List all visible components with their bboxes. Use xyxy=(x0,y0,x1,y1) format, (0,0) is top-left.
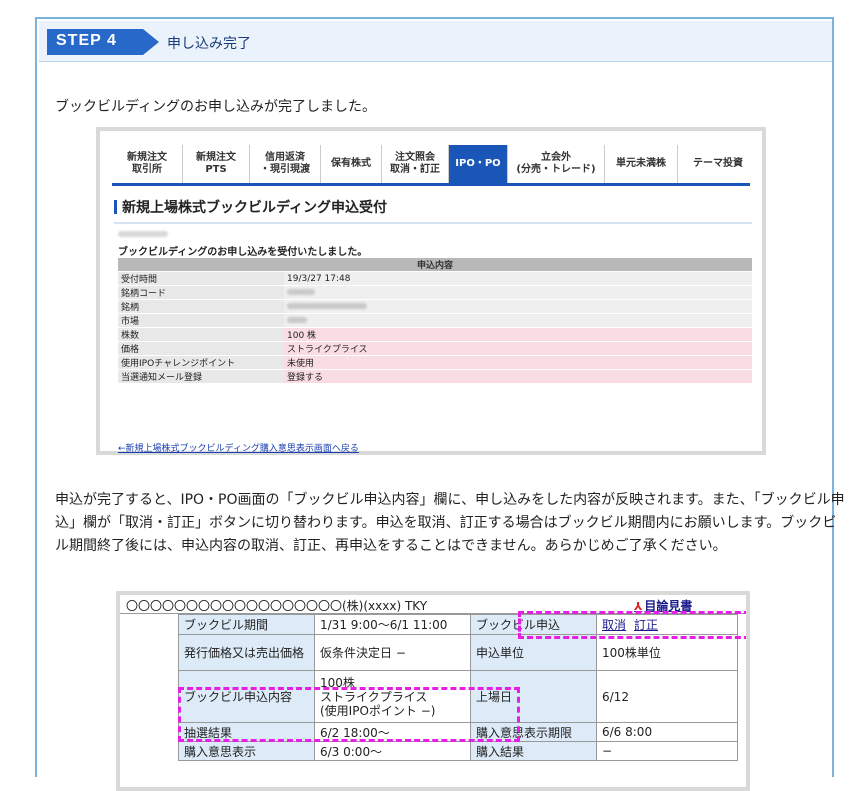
table-header: 申込内容 xyxy=(118,258,752,272)
tab-ipo-po[interactable]: IPO・PO xyxy=(449,145,508,183)
back-link[interactable]: ←新規上場株式ブックビルディング購入意思表示画面へ戻る xyxy=(118,441,359,454)
confirmation-message: ブックビルディングのお申し込みを受付いたしました。 xyxy=(118,247,368,258)
company-name: 〇〇〇〇〇〇〇〇〇〇〇〇〇〇〇〇〇〇(株)(xxxx) TKY xyxy=(126,599,428,613)
tab-odd-lot[interactable]: 単元未満株 xyxy=(605,145,678,183)
table-row: 受付時間 19/3/27 17:48 xyxy=(118,271,752,286)
highlight-content-area xyxy=(178,687,520,742)
blurred-id xyxy=(118,231,168,237)
table-row: 株数 100 株 xyxy=(118,327,752,342)
table-row: 当選通知メール登録 登録する xyxy=(118,369,752,384)
screenshot-ipo-detail: 〇〇〇〇〇〇〇〇〇〇〇〇〇〇〇〇〇〇(株)(xxxx) TKY ⅄ 目論見書 ブッ… xyxy=(116,591,750,791)
table-row: 銘柄 xyxy=(118,299,752,314)
title-underline xyxy=(114,222,752,224)
tab-new-order-exchange[interactable]: 新規注文 取引所 xyxy=(112,145,183,183)
highlight-apply-area xyxy=(518,611,746,639)
table-row: 市場 xyxy=(118,313,752,328)
table-row: 購入意思表示 6/3 0:00〜 購入結果 − xyxy=(178,741,738,761)
confirmation-title: 新規上場株式ブックビルディング申込受付 xyxy=(114,197,387,217)
tab-off-floor[interactable]: 立会外 (分売・トレード) xyxy=(508,145,605,183)
screenshot-confirmation: 新規注文 取引所 新規注文 PTS 信用返済 ・現引現渡 保有株式 注文照会 取消・訂正… xyxy=(96,127,766,455)
tab-bar: 新規注文 取引所 新規注文 PTS 信用返済 ・現引現渡 保有株式 注文照会 取消・訂正… xyxy=(112,145,750,186)
step-badge: STEP 4 xyxy=(47,29,159,55)
application-table: 申込内容 受付時間 19/3/27 17:48 銘柄コード 銘柄 市場 株数 100… xyxy=(118,258,752,384)
tab-margin-repay[interactable]: 信用返済 ・現引現渡 xyxy=(250,145,321,183)
table-row: 発行価格又は売出価格 仮条件決定日 − 申込単位 100株単位 xyxy=(178,634,738,671)
step-header: STEP 4 申し込み完了 xyxy=(39,21,832,62)
step-title: 申し込み完了 xyxy=(167,36,251,52)
tab-order-inquiry[interactable]: 注文照会 取消・訂正 xyxy=(382,145,449,183)
tab-new-order-pts[interactable]: 新規注文 PTS xyxy=(183,145,250,183)
table-row: 銘柄コード xyxy=(118,285,752,300)
tab-theme-invest[interactable]: テーマ投資 xyxy=(678,145,758,183)
intro-text: ブックビルディングのお申し込みが完了しました。 xyxy=(55,99,377,115)
table-row: 使用IPOチャレンジポイント 未使用 xyxy=(118,355,752,370)
table-row: 価格 ストライクプライス xyxy=(118,341,752,356)
tab-holdings[interactable]: 保有株式 xyxy=(321,145,382,183)
step-section: STEP 4 申し込み完了 ブックビルディングのお申し込みが完了しました。 新規… xyxy=(35,17,845,791)
explanation-paragraph: 申込が完了すると、IPO・PO画面の「ブックビル申込内容」欄に、申し込みをした内… xyxy=(55,492,845,554)
